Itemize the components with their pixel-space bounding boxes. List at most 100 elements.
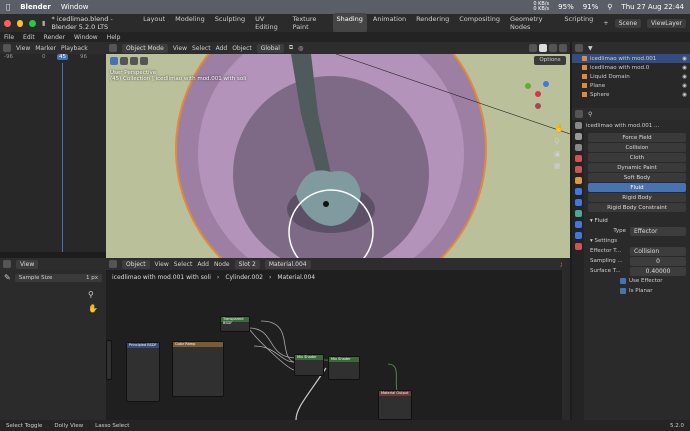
node-transparent-bsdf[interactable]: Transparent BSDF <box>220 316 250 332</box>
use-effector-checkbox[interactable] <box>620 278 626 284</box>
timeline-menu-view[interactable]: View <box>16 45 30 52</box>
main-menu-help[interactable]: Help <box>107 34 121 41</box>
physics-button-rigid-body-constraint[interactable]: Rigid Body Constraint <box>588 203 686 212</box>
sample-size-field[interactable]: Sample Size 1 px <box>14 273 102 282</box>
effector-type-dropdown[interactable]: Collision <box>630 246 686 256</box>
workspace-tab-sculpting[interactable]: Sculpting <box>211 13 249 33</box>
material-shading-icon[interactable] <box>549 44 557 52</box>
outliner-item[interactable]: icedlimao with mod.0 ◉ <box>572 63 690 72</box>
physics-button-dynamic-paint[interactable]: Dynamic Paint <box>588 163 686 172</box>
main-menu-edit[interactable]: Edit <box>23 34 35 41</box>
navigation-gizmo[interactable] <box>518 74 558 114</box>
workspace-tab-geometry-nodes[interactable]: Geometry Nodes <box>506 13 558 33</box>
workspace-tab-shading[interactable]: Shading <box>332 13 367 33</box>
node-principled-bsdf[interactable]: Principled BSDF <box>126 342 160 402</box>
is-planar-checkbox[interactable] <box>620 288 626 294</box>
settings-subpanel-header[interactable]: ▾ Settings <box>586 236 690 246</box>
modifier-tab-icon[interactable] <box>574 188 582 195</box>
editor-type-icon[interactable] <box>3 260 11 268</box>
editor-type-icon[interactable] <box>3 44 11 52</box>
wireframe-shading-icon[interactable] <box>529 44 537 52</box>
window-min-dot[interactable] <box>16 19 24 27</box>
world-tab-icon[interactable] <box>574 166 582 173</box>
workspace-tab-layout[interactable]: Layout <box>139 13 169 33</box>
physics-button-force-field[interactable]: Force Field <box>588 133 686 142</box>
window-menu[interactable]: Window <box>61 3 89 11</box>
visibility-eye-icon[interactable]: ◉ <box>682 74 690 80</box>
outliner-item[interactable]: Plane ◉ <box>572 81 690 90</box>
node-material-output[interactable]: Material Output <box>378 390 412 420</box>
pan-hand-icon[interactable]: ✋ <box>88 304 98 313</box>
solid-shading-icon[interactable] <box>539 44 547 52</box>
node-sidebar-toggle[interactable] <box>562 258 570 420</box>
node-color-ramp[interactable]: Color Ramp <box>172 341 224 397</box>
select-box-icon[interactable] <box>110 57 118 65</box>
clock[interactable]: Thu 27 Aug 22:44 <box>621 3 684 11</box>
tool-tab-icon[interactable] <box>574 122 582 129</box>
viewport-menu-add[interactable]: Add <box>216 45 228 52</box>
outliner-item[interactable]: Liquid Domain ◉ <box>572 72 690 81</box>
3d-viewport[interactable]: User Perspective (45) Collection | icedl… <box>106 54 570 258</box>
proportional-icon[interactable]: ◎ <box>298 45 303 52</box>
orientation-dropdown[interactable]: Global <box>256 43 284 53</box>
workspace-tab-scripting[interactable]: Scripting <box>560 13 597 33</box>
visibility-eye-icon[interactable]: ◉ <box>682 56 690 62</box>
viewport-menu-object[interactable]: Object <box>232 45 252 52</box>
node-mix-shader-2[interactable]: Mix Shader <box>328 356 360 380</box>
pan-hand-icon[interactable]: ✋ <box>554 124 564 133</box>
eyedropper-icon[interactable]: ✎ <box>4 273 11 282</box>
select-extend-icon[interactable] <box>120 57 128 65</box>
frame-ruler[interactable]: -96 0 45 96 <box>0 54 106 63</box>
visibility-eye-icon[interactable]: ◉ <box>682 92 690 98</box>
sampling-field[interactable]: 0 <box>630 256 686 266</box>
main-menu-window[interactable]: Window <box>74 34 98 41</box>
window-close-dot[interactable] <box>4 19 11 27</box>
search-icon[interactable]: ⚲ <box>588 111 592 118</box>
outliner-item[interactable]: Sphere ◉ <box>572 90 690 99</box>
object-tab-icon[interactable] <box>574 177 582 184</box>
properties-editor[interactable]: ⚲ icedlimao with mod.001 ... Force Field… <box>572 108 690 420</box>
apple-icon[interactable]:  <box>6 3 10 11</box>
physics-button-soft-body[interactable]: Soft Body <box>588 173 686 182</box>
viewport-menu-select[interactable]: Select <box>192 45 211 52</box>
select-subtract-icon[interactable] <box>130 57 138 65</box>
scene-selector[interactable]: Scene <box>614 18 642 28</box>
timeline-menu-playback[interactable]: Playback <box>61 45 88 52</box>
image-editor-panel[interactable]: View ✎ Sample Size 1 px ⚲ ✋ <box>0 258 106 420</box>
zoom-icon[interactable]: ⚲ <box>88 290 94 299</box>
physics-button-fluid[interactable]: Fluid <box>588 183 686 192</box>
workspace-tab-modeling[interactable]: Modeling <box>171 13 209 33</box>
editor-type-icon[interactable] <box>575 44 583 52</box>
outliner[interactable]: ▼ icedlimao with mod.001 ◉ icedlimao with … <box>572 42 690 108</box>
workspace-tab-uv-editing[interactable]: UV Editing <box>251 13 286 33</box>
playhead-line[interactable] <box>62 63 63 252</box>
filter-icon[interactable]: ▼ <box>588 45 593 52</box>
visibility-eye-icon[interactable]: ◉ <box>682 65 690 71</box>
snap-icon[interactable]: ⧉ <box>289 44 293 52</box>
editor-type-icon[interactable] <box>575 110 583 118</box>
zoom-icon[interactable]: ⚲ <box>554 137 564 146</box>
physics-button-rigid-body[interactable]: Rigid Body <box>588 193 686 202</box>
workspace-tab-animation[interactable]: Animation <box>369 13 410 33</box>
workspace-tab-rendering[interactable]: Rendering <box>412 13 453 33</box>
grid-icon[interactable]: ▦ <box>554 162 564 170</box>
timeline-editor[interactable]: View Marker Playback -96 0 45 96 <box>0 42 106 252</box>
viewport-menu-view[interactable]: View <box>173 45 187 52</box>
add-workspace-icon[interactable]: + <box>603 19 608 27</box>
type-dropdown[interactable]: Effector <box>630 226 686 236</box>
search-icon[interactable]: ⚲ <box>607 3 612 11</box>
material-tab-icon[interactable] <box>574 243 582 250</box>
timeline-menu-marker[interactable]: Marker <box>35 45 56 52</box>
window-max-dot[interactable] <box>29 19 36 27</box>
mode-dropdown[interactable]: Object Mode <box>122 43 168 53</box>
wifi-status[interactable]: 91% <box>583 3 599 11</box>
physics-tab-icon[interactable] <box>574 210 582 217</box>
origin-point[interactable] <box>323 201 329 207</box>
camera-icon[interactable]: ▣ <box>554 150 564 158</box>
output-tab-icon[interactable] <box>574 144 582 151</box>
surface-thickness-field[interactable]: 0.40000 <box>630 266 686 276</box>
outliner-item[interactable]: icedlimao with mod.001 ◉ <box>572 54 690 63</box>
current-frame-indicator[interactable]: 45 <box>57 54 68 60</box>
workspace-tab-compositing[interactable]: Compositing <box>455 13 504 33</box>
image-menu-view[interactable]: View <box>16 259 39 269</box>
